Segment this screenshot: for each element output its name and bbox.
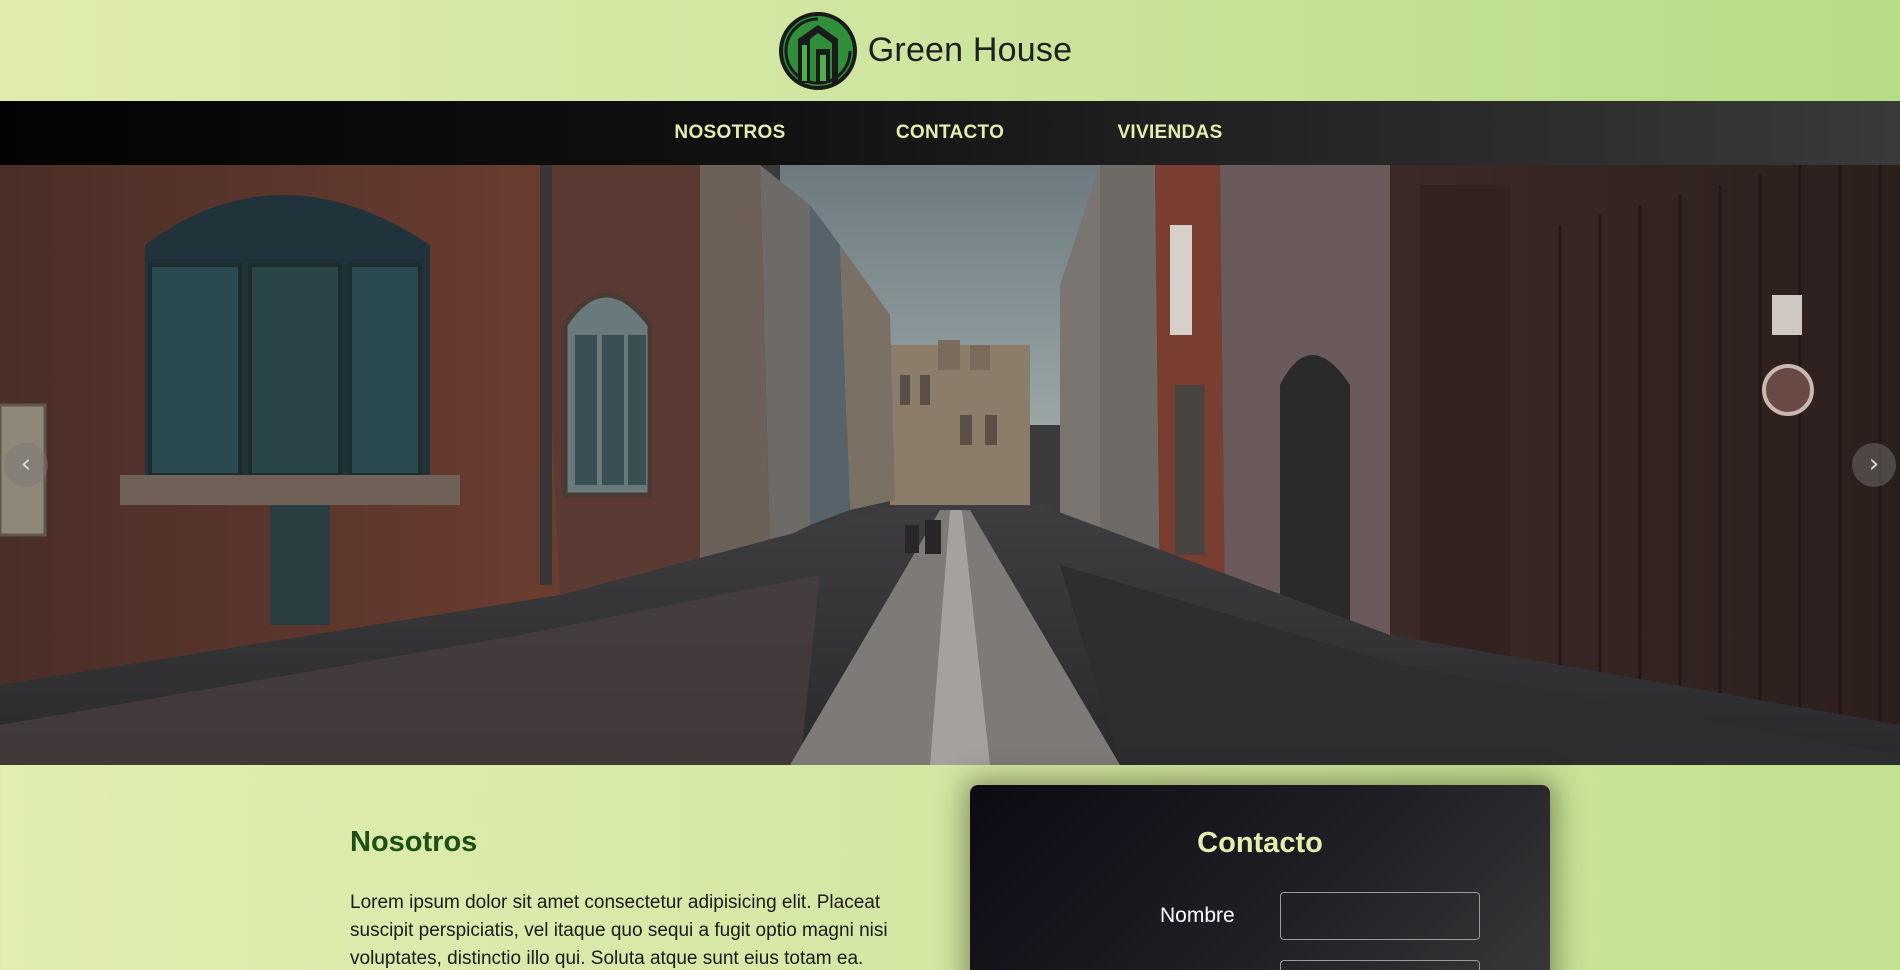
- hero-image: [0, 165, 1900, 765]
- nombre-input[interactable]: [1280, 892, 1480, 940]
- green-house-logo-icon: [778, 11, 857, 90]
- about-section: Nosotros Lorem ipsum dolor sit amet cons…: [350, 826, 930, 970]
- brand-name: Green House: [867, 31, 1073, 69]
- carousel-prev-button[interactable]: ‹: [4, 443, 48, 487]
- carousel-next-button[interactable]: ›: [1852, 443, 1896, 487]
- hero-carousel: ‹ ›: [0, 165, 1900, 765]
- nav-item-viviendas[interactable]: VIVIENDAS: [1060, 122, 1280, 144]
- contact-title: Contacto: [1197, 827, 1323, 859]
- about-text: Lorem ipsum dolor sit amet consectetur a…: [350, 892, 888, 969]
- nav-item-nosotros[interactable]: NOSOTROS: [620, 122, 840, 144]
- nav-list: NOSOTROS CONTACTO VIVIENDAS: [620, 122, 1280, 144]
- second-input[interactable]: [1280, 960, 1480, 970]
- nav-item-contacto[interactable]: CONTACTO: [840, 122, 1060, 144]
- nombre-label: Nombre: [1160, 904, 1235, 927]
- site-header: Green House: [0, 0, 1900, 101]
- brand[interactable]: Green House: [778, 11, 1072, 91]
- about-title: Nosotros: [350, 826, 478, 858]
- main-nav: NOSOTROS CONTACTO VIVIENDAS: [0, 101, 1900, 165]
- contact-card: Contacto Nombre: [970, 785, 1550, 970]
